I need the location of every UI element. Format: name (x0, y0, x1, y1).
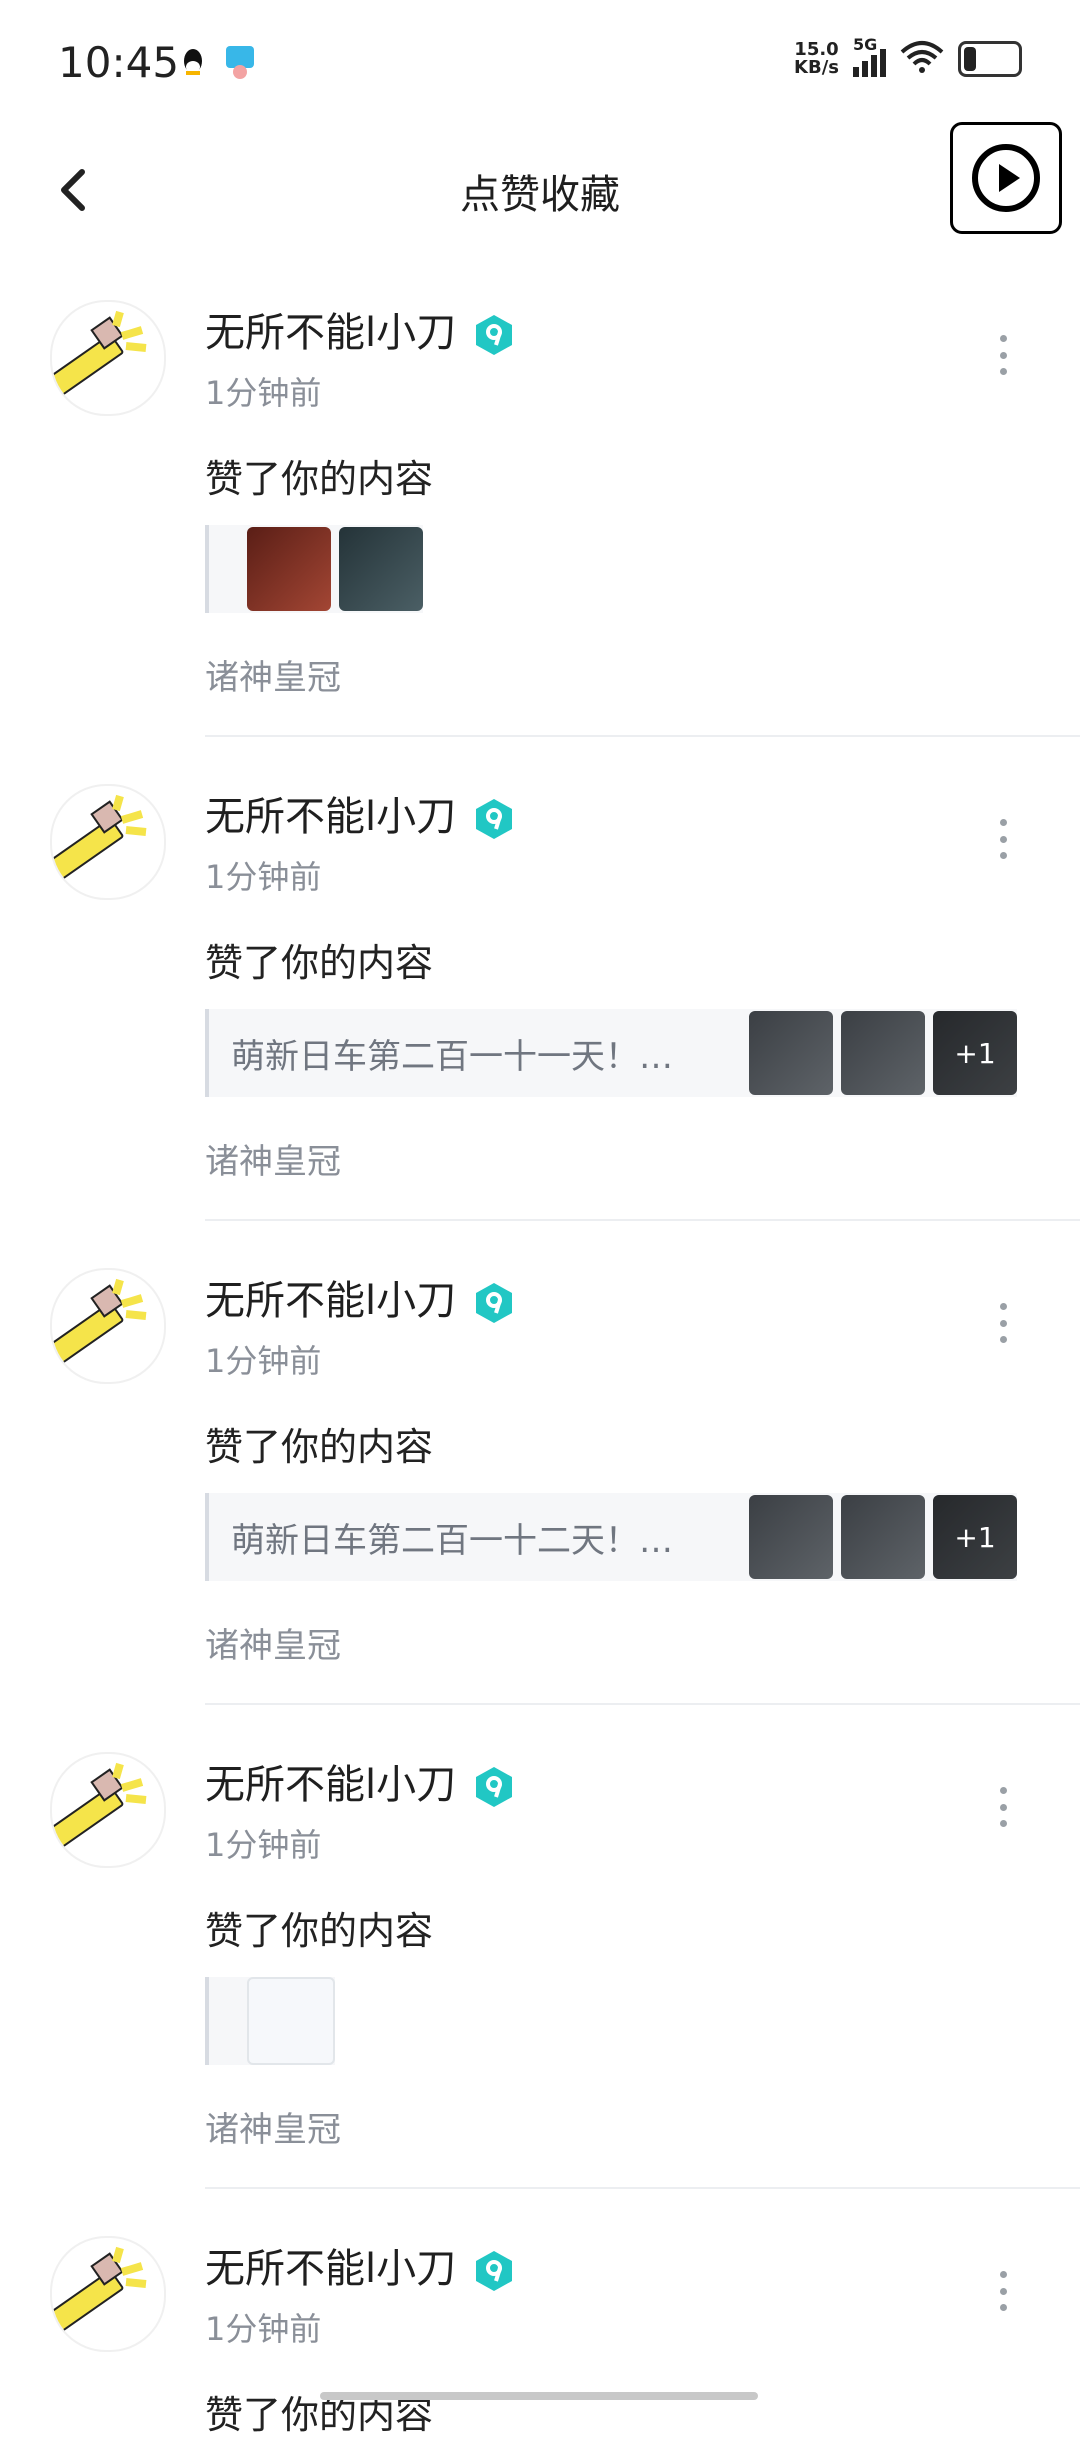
timestamp: 1分钟前 (205, 374, 322, 412)
username-text: 无所不能l小刀 (205, 1278, 457, 1324)
level-badge-icon (472, 797, 516, 841)
avatar[interactable] (50, 300, 166, 416)
more-options-icon[interactable] (998, 819, 1008, 859)
home-indicator[interactable] (320, 2392, 758, 2400)
avatar[interactable] (50, 2236, 166, 2352)
username[interactable]: 无所不能l小刀 (205, 2236, 516, 2294)
avatar[interactable] (50, 1268, 166, 1384)
username-text: 无所不能l小刀 (205, 794, 457, 840)
timestamp: 1分钟前 (205, 1826, 322, 1864)
timestamp: 1分钟前 (205, 858, 322, 896)
timestamp: 1分钟前 (205, 2310, 322, 2348)
username[interactable]: 无所不能l小刀 (205, 1752, 516, 1810)
username[interactable]: 无所不能l小刀 (205, 300, 516, 358)
more-options-icon[interactable] (998, 1303, 1008, 1343)
username[interactable]: 无所不能l小刀 (205, 784, 516, 842)
list-item[interactable]: 无所不能l小刀 1分钟前 赞了你的内容 萌新日车第二百一十二天！… +1 诸神皇冠 (0, 968, 1080, 1705)
username-text: 无所不能l小刀 (205, 310, 457, 356)
level-badge-icon (472, 2249, 516, 2293)
level-badge-icon (472, 1281, 516, 1325)
list-item[interactable]: 无所不能l小刀 1分钟前 赞了你的内容 诸神皇冠 (0, 0, 1080, 737)
level-badge-icon (472, 1765, 516, 1809)
list-item[interactable]: 无所不能l小刀 1分钟前 赞了你的内容 萌新日车第二百一十一天！… +1 诸神皇冠 (0, 484, 1080, 1221)
avatar[interactable] (50, 784, 166, 900)
more-options-icon[interactable] (998, 1787, 1008, 1827)
more-options-icon[interactable] (998, 2271, 1008, 2311)
list-item[interactable]: 无所不能l小刀 1分钟前 赞了你的内容 (0, 1936, 1080, 2437)
list-item[interactable]: 无所不能l小刀 1分钟前 赞了你的内容 诸神皇冠 (0, 1452, 1080, 2189)
timestamp: 1分钟前 (205, 1342, 322, 1380)
avatar[interactable] (50, 1752, 166, 1868)
more-options-icon[interactable] (998, 335, 1008, 375)
username-text: 无所不能l小刀 (205, 1762, 457, 1808)
level-badge-icon (472, 313, 516, 357)
username-text: 无所不能l小刀 (205, 2246, 457, 2292)
username[interactable]: 无所不能l小刀 (205, 1268, 516, 1326)
